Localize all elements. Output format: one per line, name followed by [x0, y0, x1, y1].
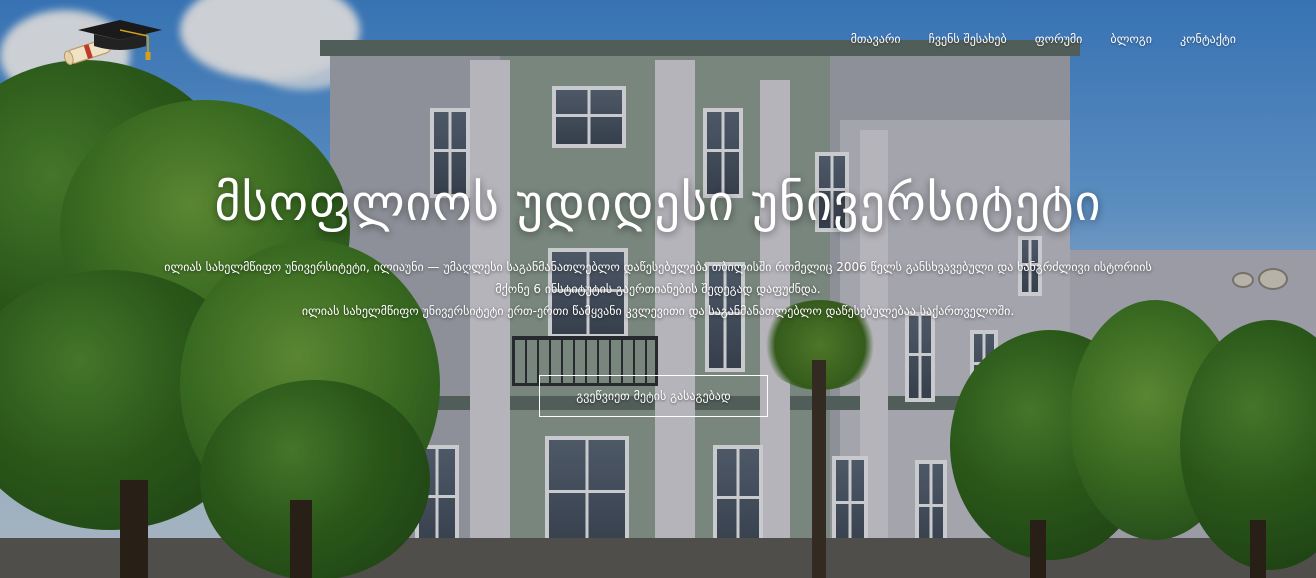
- hero-description: ილიას სახელმწიფო უნივერსიტეტი, ილიაუნი —…: [98, 256, 1218, 322]
- hero-content: მსოფლიოს უდიდესი უნივერსიტეტი ილიას სახე…: [0, 160, 1316, 322]
- main-nav: მთავარი ჩვენს შესახებ ფორუმი ბლოგი კონტა…: [851, 32, 1236, 46]
- nav-item-home[interactable]: მთავარი: [851, 32, 901, 46]
- nav-item-blog[interactable]: ბლოგი: [1110, 32, 1152, 46]
- nav-item-forum[interactable]: ფორუმი: [1035, 32, 1083, 46]
- nav-item-about[interactable]: ჩვენს შესახებ: [929, 32, 1007, 46]
- hero-title: მსოფლიოს უდიდესი უნივერსიტეტი: [214, 174, 1102, 232]
- logo-graduation-cap-icon[interactable]: [60, 16, 164, 66]
- hero-description-line: ილიას სახელმწიფო უნივერსიტეტი, ილიაუნი —…: [164, 260, 1152, 274]
- hero-description-line: მქონე 6 ინსტიტუტის გაერთიანების შედეგად …: [495, 282, 821, 296]
- hero-description-line: ილიას სახელმწიფო უნივერსიტეტი ერთ-ერთი წ…: [301, 304, 1015, 318]
- hero-section: მთავარი ჩვენს შესახებ ფორუმი ბლოგი კონტა…: [0, 0, 1316, 578]
- nav-item-contact[interactable]: კონტაქტი: [1180, 32, 1236, 46]
- learn-more-button[interactable]: გვეწვიეთ მეტის გასაგებად: [539, 375, 768, 417]
